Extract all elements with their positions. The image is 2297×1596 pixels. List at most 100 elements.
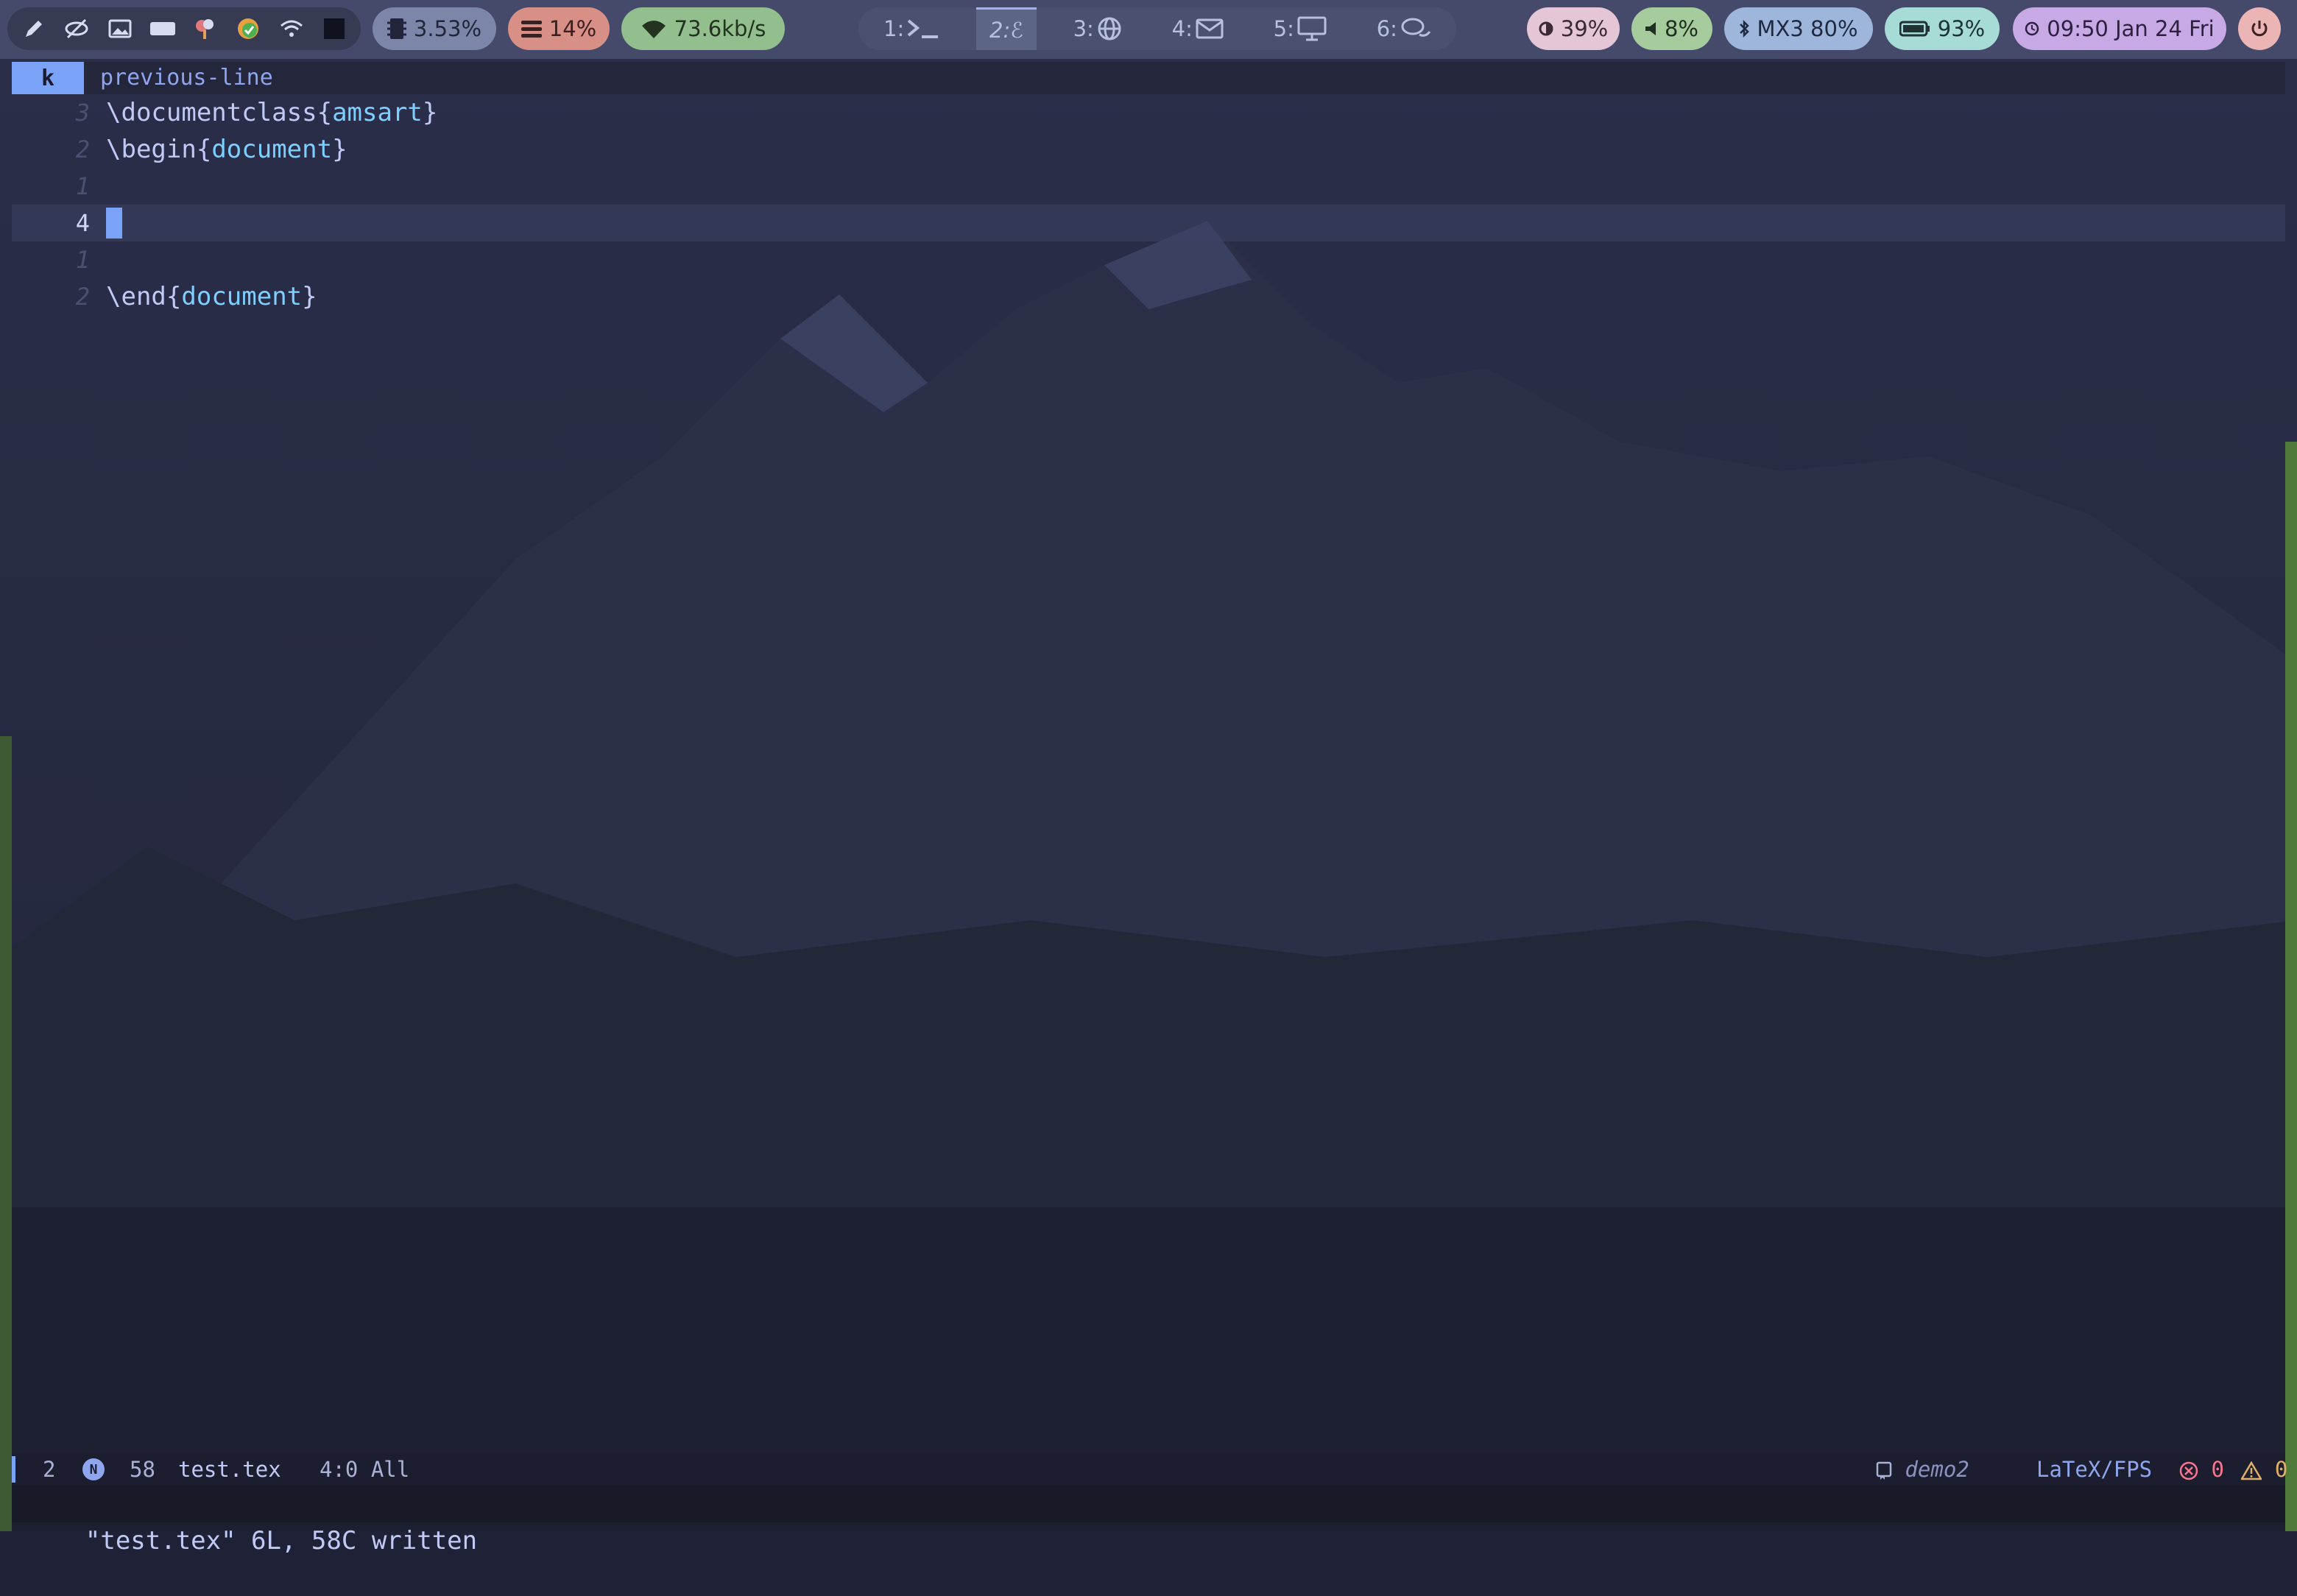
workspace-label: 6: — [1376, 16, 1397, 41]
brightness-widget[interactable]: 39% — [1527, 7, 1620, 50]
chat-icon — [1401, 18, 1431, 37]
project-name: demo2 — [1905, 1457, 1969, 1482]
speaker-icon — [1645, 22, 1656, 35]
pencil-icon[interactable] — [19, 14, 49, 43]
editor-line[interactable]: 2 \begin{document} — [12, 131, 2285, 168]
project-indicator[interactable]: demo2 — [1876, 1453, 1969, 1486]
volume-widget[interactable]: 8% — [1631, 7, 1712, 50]
globe-icon — [1098, 17, 1121, 40]
which-key-description: previous-line — [100, 65, 273, 91]
latex-command: \documentclass — [106, 98, 317, 127]
workspace-4[interactable]: 4: — [1159, 7, 1237, 50]
warning-count: 0 — [2274, 1457, 2288, 1482]
cpu-icon — [387, 18, 406, 39]
which-key-hint: k previous-line — [12, 62, 2285, 94]
network-speed-value: 73.6kb/s — [674, 16, 766, 41]
brace: { — [317, 98, 333, 127]
cpu-usage-value: 3.53% — [413, 16, 482, 41]
eye-off-icon[interactable] — [62, 14, 91, 43]
bluetooth-widget[interactable]: MX3 80% — [1724, 7, 1873, 50]
relative-line-number: 3 — [75, 99, 90, 127]
absolute-line-number: 4 — [75, 209, 90, 237]
workspace-6[interactable]: 6: — [1363, 7, 1444, 50]
latex-argument: document — [181, 282, 303, 311]
bluetooth-icon — [1740, 20, 1750, 38]
window-number: 2 — [43, 1457, 56, 1482]
current-line[interactable]: 4 — [12, 205, 2285, 241]
which-key-key: k — [12, 62, 84, 94]
brace: } — [332, 135, 347, 164]
buffer-size: 58 — [130, 1457, 155, 1482]
workspace-1[interactable]: 1: — [870, 7, 953, 50]
text-editor-window[interactable]: k previous-line 3 \documentclass{amsart}… — [12, 62, 2287, 1556]
wifi-icon — [641, 21, 666, 38]
major-mode[interactable]: LaTeX/FPS — [2036, 1453, 2152, 1486]
latex-command: \end — [106, 282, 166, 311]
terminal-icon — [907, 19, 939, 38]
code-text: \end{document} — [106, 278, 317, 315]
evil-mode-badge: N — [82, 1458, 105, 1480]
workspace-5[interactable]: 5: — [1260, 7, 1340, 50]
error-count: 0 — [2211, 1457, 2224, 1482]
editor-line[interactable]: 1 — [12, 168, 2285, 205]
workspace-label: 4: — [1171, 16, 1193, 41]
clock-value: 09:50 Jan 24 Fri — [2047, 16, 2215, 41]
diagnostics[interactable]: 0 0 — [2179, 1453, 2287, 1486]
brace: } — [302, 282, 317, 311]
latex-command: \begin — [106, 135, 197, 164]
black-square-icon[interactable] — [320, 14, 349, 43]
editor-line[interactable]: 3 \documentclass{amsart} — [12, 94, 2285, 131]
mail-icon — [1196, 18, 1224, 39]
latex-argument: document — [211, 135, 333, 164]
memory-usage-widget[interactable]: 14% — [508, 7, 610, 50]
system-tray — [7, 7, 361, 50]
workspace-switcher: 1: 2:ℰ 3: 4: 5: 6: — [858, 7, 1456, 50]
status-line: 2 N 58 test.tex 4:0 All demo2 LaTeX/FPS … — [12, 1453, 2287, 1486]
window-indicator — [12, 1456, 15, 1483]
workspace-label: 1: — [883, 16, 905, 41]
workspace-label: 5: — [1273, 16, 1294, 41]
workspace-label: 2:ℰ — [989, 17, 1023, 43]
echo-message: "test.tex" 6L, 58C written — [85, 1526, 478, 1556]
editor-line[interactable]: 1 — [12, 241, 2285, 278]
top-status-bar: 3.53% 14% 73.6kb/s 1: 2:ℰ 3: 4: 5: 6: 39… — [0, 0, 2297, 59]
workspace-2[interactable]: 2:ℰ — [976, 7, 1037, 50]
error-icon — [2179, 1461, 2198, 1480]
relative-line-number: 1 — [75, 172, 90, 200]
memory-usage-value: 14% — [548, 16, 597, 41]
network-speed-widget[interactable]: 73.6kb/s — [621, 7, 785, 50]
battery-widget[interactable]: 93% — [1885, 7, 2000, 50]
memory-icon — [521, 21, 542, 38]
echo-area[interactable]: "test.tex" 6L, 58C written — [12, 1486, 2285, 1556]
code-text: \begin{document} — [106, 131, 347, 168]
brace: { — [196, 135, 212, 164]
relative-line-number: 2 — [75, 283, 90, 311]
editor-line[interactable]: 2 \end{document} — [12, 278, 2285, 315]
wifi-icon[interactable] — [277, 14, 306, 43]
keyboard-icon[interactable] — [148, 14, 177, 43]
text-cursor — [106, 208, 122, 239]
image-icon[interactable] — [105, 14, 135, 43]
brightness-icon — [1539, 21, 1553, 36]
power-button[interactable] — [2238, 7, 2281, 50]
checkmark-app-icon[interactable] — [233, 14, 263, 43]
volume-value: 8% — [1664, 16, 1698, 41]
warning-icon — [2240, 1461, 2263, 1480]
relative-line-number: 1 — [75, 246, 90, 274]
battery-value: 93% — [1937, 16, 1986, 41]
clock-widget[interactable]: 09:50 Jan 24 Fri — [2013, 7, 2226, 50]
color-picker-icon[interactable] — [191, 14, 220, 43]
cpu-usage-widget[interactable]: 3.53% — [373, 7, 496, 50]
battery-icon — [1899, 21, 1930, 37]
power-icon — [2251, 21, 2268, 37]
workspace-label: 3: — [1073, 16, 1094, 41]
bluetooth-device-value: MX3 80% — [1757, 16, 1858, 41]
code-text: \documentclass{amsart} — [106, 94, 437, 131]
brace: { — [166, 282, 182, 311]
monitor-icon — [1297, 16, 1327, 41]
buffer-filename[interactable]: test.tex — [178, 1453, 281, 1486]
cursor-position: 4:0 All — [320, 1457, 410, 1482]
relative-line-number: 2 — [75, 135, 90, 163]
workspace-3[interactable]: 3: — [1060, 7, 1135, 50]
latex-argument: amsart — [332, 98, 423, 127]
